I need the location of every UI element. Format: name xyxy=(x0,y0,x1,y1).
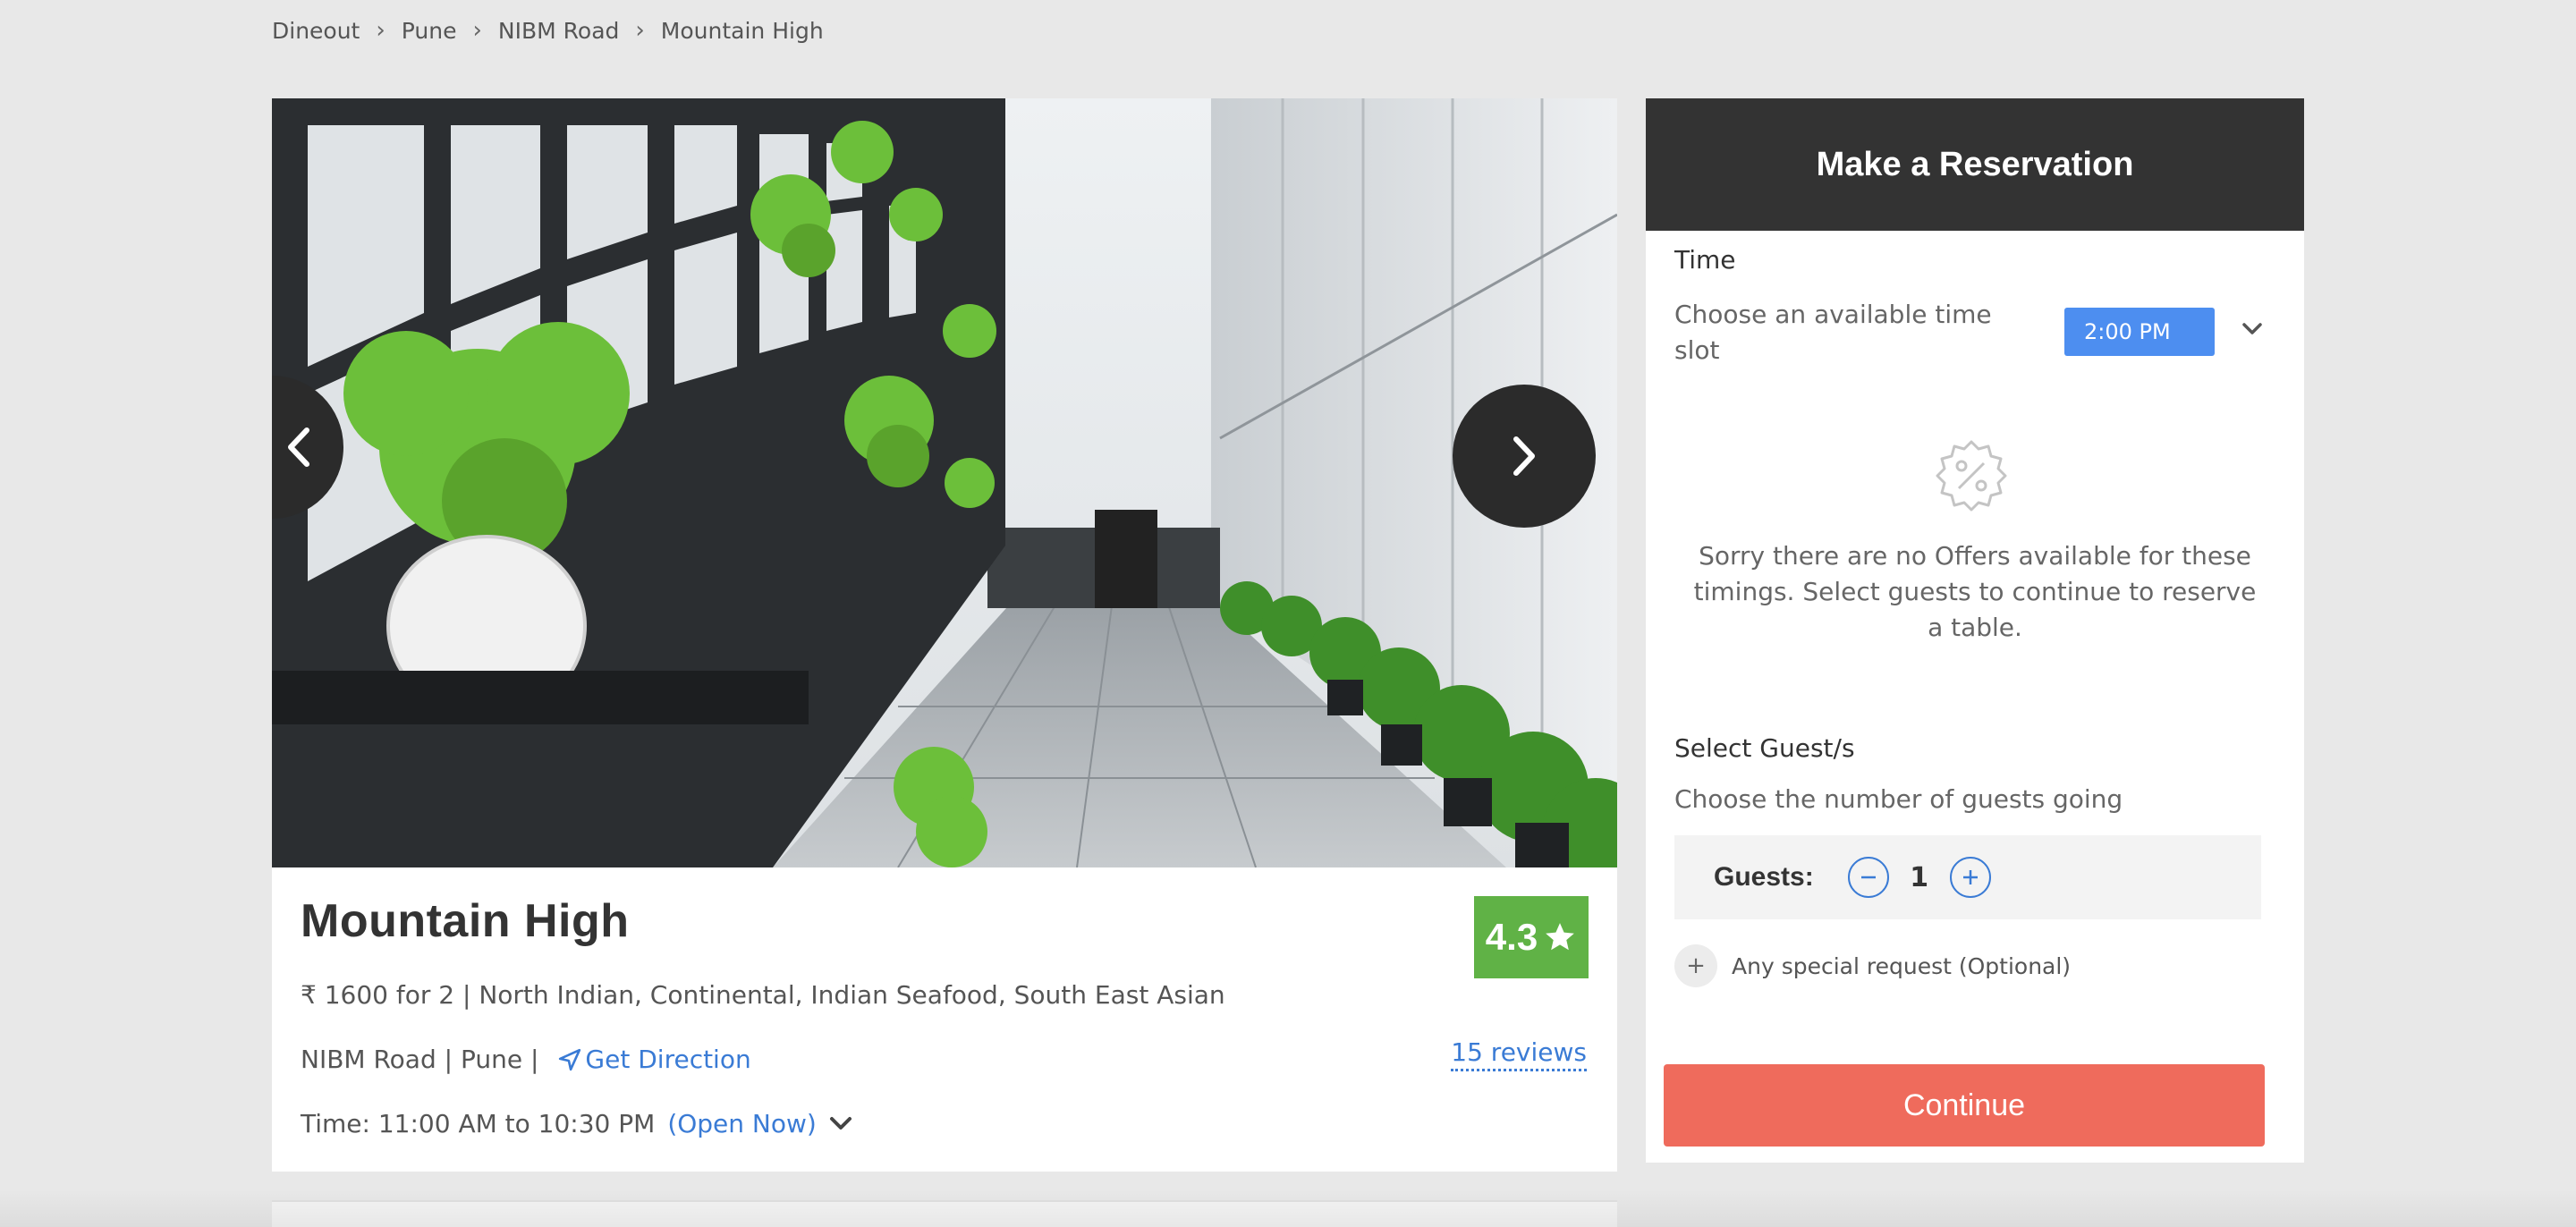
guest-count: 1 xyxy=(1910,861,1929,893)
breadcrumb: Dineout › Pune › NIBM Road › Mountain Hi… xyxy=(272,13,824,48)
chevron-down-icon[interactable] xyxy=(2241,322,2263,336)
get-direction-link[interactable]: Get Direction xyxy=(558,1045,751,1074)
rating-value: 4.3 xyxy=(1485,916,1538,958)
guests-hint: Choose the number of guests going xyxy=(1674,784,2123,814)
breadcrumb-nibm-road[interactable]: NIBM Road xyxy=(498,18,619,44)
time-label: Time xyxy=(1674,245,1736,275)
timing-text: Time: 11:00 AM to 10:30 PM xyxy=(301,1109,656,1138)
restaurant-photo xyxy=(272,98,1617,867)
carousel-next-button[interactable] xyxy=(1453,385,1596,528)
chevron-right-icon xyxy=(1513,436,1535,476)
chevron-right-icon: › xyxy=(635,17,645,44)
guests-label: Guests: xyxy=(1714,862,1814,892)
restaurant-card xyxy=(272,98,1617,1172)
no-offers-message: Sorry there are no Offers available for … xyxy=(1693,541,2257,642)
discount-badge-icon xyxy=(1936,440,2007,512)
reservation-panel: Make a Reservation Time Choose an availa… xyxy=(1646,98,2304,1163)
breadcrumb-pune[interactable]: Pune xyxy=(402,18,457,44)
plus-icon: + xyxy=(1674,944,1717,987)
restaurant-name: Mountain High xyxy=(301,895,630,947)
get-direction-label: Get Direction xyxy=(585,1045,751,1074)
star-icon xyxy=(1546,923,1575,951)
chevron-left-icon xyxy=(288,427,309,467)
increase-guests-button[interactable] xyxy=(1949,857,1991,898)
decrease-guests-button[interactable] xyxy=(1847,857,1889,898)
breadcrumb-current: Mountain High xyxy=(660,17,824,44)
chevron-right-icon: › xyxy=(472,17,482,44)
open-status: (Open Now) xyxy=(667,1109,817,1138)
minus-icon xyxy=(1860,876,1876,879)
continue-button[interactable]: Continue xyxy=(1664,1064,2265,1147)
breadcrumb-dineout[interactable]: Dineout xyxy=(272,18,360,44)
special-request-toggle[interactable]: + Any special request (Optional) xyxy=(1674,944,2071,987)
rating-badge: 4.3 xyxy=(1474,896,1589,978)
plus-icon xyxy=(1962,870,1978,884)
navigation-arrow-icon xyxy=(559,1048,581,1070)
chevron-right-icon: › xyxy=(376,17,386,44)
page-bottom-shadow xyxy=(0,1189,2576,1227)
guest-stepper: Guests: 1 xyxy=(1674,835,2261,919)
reviews-link[interactable]: 15 reviews xyxy=(1451,1037,1587,1071)
location-text: NIBM Road | Pune | xyxy=(301,1045,539,1074)
time-slot-select[interactable]: 2:00 PM xyxy=(2064,308,2215,356)
time-hint: Choose an available time slot xyxy=(1674,300,1992,365)
guests-title: Select Guest/s xyxy=(1674,733,1855,763)
location-line: NIBM Road | Pune | Get Direction xyxy=(301,1045,751,1074)
special-request-label: Any special request (Optional) xyxy=(1732,952,2072,979)
chevron-down-icon[interactable] xyxy=(829,1116,852,1132)
cost-and-cuisines: ₹ 1600 for 2 | North Indian, Continental… xyxy=(301,980,1225,1010)
reservation-title: Make a Reservation xyxy=(1646,98,2304,231)
timing-line: Time: 11:00 AM to 10:30 PM (Open Now) xyxy=(301,1109,852,1138)
